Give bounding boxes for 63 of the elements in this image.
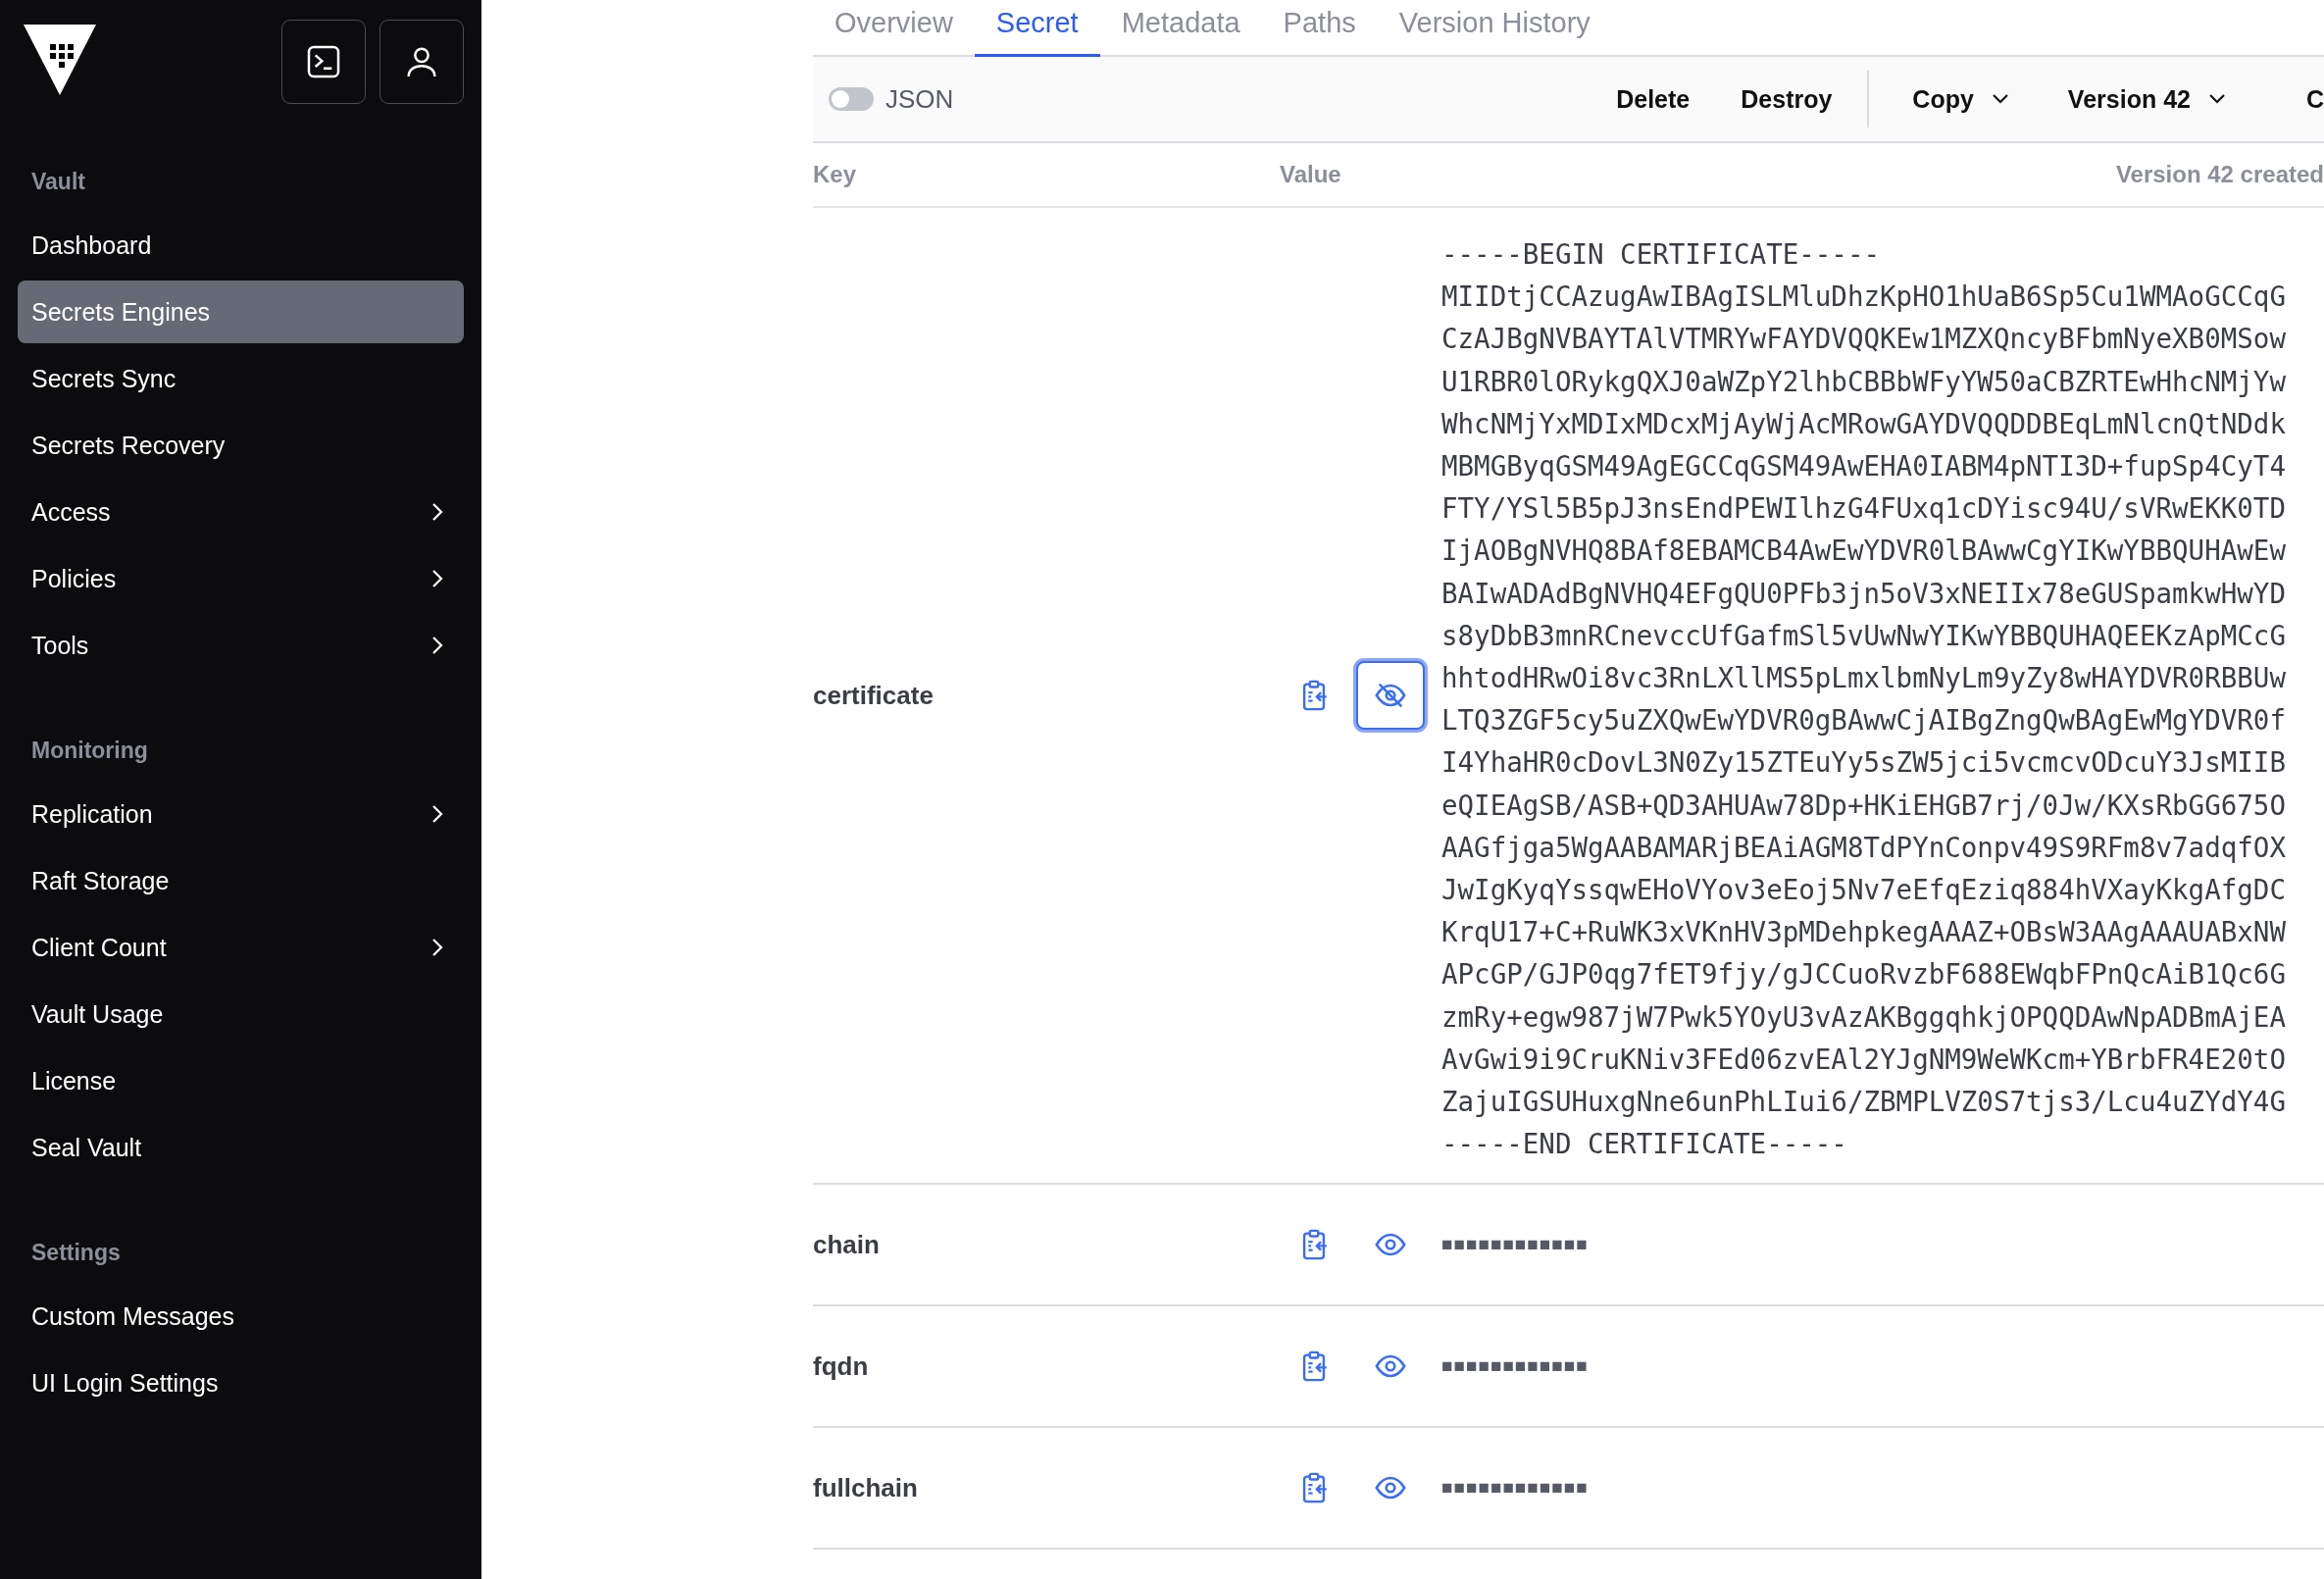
masked-value: ■■■■■■■■■■■■ (1441, 1477, 1589, 1500)
dropdown-button[interactable]: Version 42 (2042, 75, 2251, 124)
nav-item[interactable]: Tools (18, 614, 464, 677)
code-line: AvGwi9i9CruKNiv3FEd06zvEAl2YJgNM9WeWKcm+YBrbFR4E20tO (1441, 1042, 2286, 1077)
nav-item[interactable]: License (18, 1049, 464, 1112)
nav-item[interactable]: Client Count (18, 916, 464, 979)
code-line: MIIDtjCCAzugAwIBAgISLMluDhzKpHO1hUaB6Sp5Cu1WMAoGCCqG (1441, 280, 2286, 315)
code-line: hhtodHRwOi8vc3RnLXllMS5pLmxlbmNyLm9yZy8wHAYDVR0RBBUw (1441, 661, 2286, 696)
caret-icon (1991, 93, 2009, 105)
caret-icon (2207, 93, 2226, 105)
code-line: eQIEAgSB/ASB+QD3AHUAw78Dp+HKiEHGB7rj/0Jw/KXsRbGG675O (1441, 788, 2286, 823)
code-line: -----END CERTIFICATE----- (1441, 1127, 1848, 1162)
code-line: MBMGByqGSM49AgEGCCqGSM49AwEHA0IABM4pNTI3D+fupSp4CyT4 (1441, 449, 2286, 484)
code-line: WhcNMjYxMDIxMDcxMjAyWjAcMRowGAYDVQQDDBEqLmNlcnQtNDdk (1441, 406, 2286, 441)
column-header: Key (813, 161, 858, 188)
nav-item[interactable]: Raft Storage (18, 849, 464, 912)
reveal-button[interactable] (1356, 661, 1425, 731)
section-heading: Settings (30, 1239, 122, 1267)
nav-item[interactable]: Seal Vault (18, 1116, 464, 1179)
code-line: KrqU17+C+RuWK3xVKnHV3pMDehpkegAAAZ+OBsW3AAgAAAUABxNW (1441, 915, 2286, 950)
nav-item[interactable]: Secrets Sync (18, 347, 464, 410)
json-toggle[interactable] (829, 87, 874, 111)
masked-value: ■■■■■■■■■■■■ (1441, 1355, 1589, 1378)
toolbar-button[interactable]: C (2280, 75, 2324, 124)
nav-item[interactable]: Vault Usage (18, 983, 464, 1045)
code-line: I4YhaHR0cDovL3N0Zy15ZTEuYy5sZW5jci5vcmcvODcuY3JsMIIB (1441, 745, 2286, 781)
code-line: AAGfjga5WgAABAMARjBEAiAGM8TdPYnConpv49S9RFm8v7adqfOX (1441, 830, 2286, 865)
key-cell-text: certificate (813, 680, 935, 711)
nav-item[interactable]: Replication (18, 783, 464, 845)
dropdown-button[interactable]: Copy (1887, 75, 2035, 124)
logo-icon (24, 25, 96, 95)
column-header: Value (1280, 161, 1342, 188)
section-heading: Vault (30, 168, 86, 196)
nav-item[interactable]: Secrets Engines (18, 280, 464, 343)
action-button[interactable]: Delete (1591, 75, 1716, 124)
code-line: ZajuIGSUHuxgNne6unPhLIui6/ZBMPLVZ0S7tjs3/Lcu4uZYdY4G (1441, 1085, 2286, 1120)
action-button[interactable]: Destroy (1715, 75, 1858, 124)
code-line: -----BEGIN CERTIFICATE----- (1441, 237, 1882, 272)
code-line: APcGP/GJP0qg7fET9fjy/gJCCuoRvzbF688EWqbFPnQcAiB1Qc6G (1441, 957, 2286, 993)
code-line: CzAJBgNVBAYTAlVTMRYwFAYDVQQKEw1MZXQncyBFbmNyeXB0MSow (1441, 322, 2286, 357)
terminal-button[interactable] (281, 20, 366, 104)
nav-item[interactable]: Policies (18, 547, 464, 610)
code-line: zmRy+egw987jW7Pwk5YOyU3vAzAKBggqhkjOPQQDAwNpADBmAjEA (1441, 999, 2286, 1035)
nav-item[interactable]: Dashboard (18, 214, 464, 277)
key-cell-text: chain (813, 1229, 881, 1260)
toggle-label: JSON (885, 83, 954, 115)
key-cell-text: fqdn (813, 1350, 870, 1382)
code-line: s8yDbB3mnRCnevccUfGafmSl5vUwNwYIKwYBBQUHAQEEKzApMCcG (1441, 618, 2286, 653)
code-line: LTQ3ZGF5cy5uZXQwEwYDVR0gBAwwCjAIBgZngQwBAgEwMgYDVR0f (1441, 703, 2286, 739)
code-line: U1RBR0lORykgQXJ0aWZpY2lhbCBBbWFyYW50aCBZRTEwHhcNMjYw (1441, 364, 2286, 399)
code-line: BAIwADAdBgNVHQ4EFgQU0PFb3jn5oV3xNEIIx78eGUSpamkwHwYD (1441, 576, 2286, 611)
user-menu-button[interactable] (379, 20, 464, 104)
key-cell-text: fullchain (813, 1472, 919, 1503)
code-line: JwIgKyqYssqwEHoVYov3eEoj5Nv7eEfqEziq884hVXayKkgAfgDC (1441, 873, 2286, 908)
nav-item[interactable]: Custom Messages (18, 1285, 464, 1348)
nav-item[interactable]: UI Login Settings (18, 1351, 464, 1414)
code-line: IjAOBgNVHQ8BAf8EBAMCB4AwEwYDVR0lBAwwCgYIKwYBBQUHAwEw (1441, 534, 2286, 569)
nav-item[interactable]: Secrets Recovery (18, 414, 464, 477)
section-heading: Monitoring (30, 737, 149, 765)
masked-value: ■■■■■■■■■■■■ (1441, 1234, 1589, 1256)
version-note: Version 42 created (2114, 161, 2324, 188)
nav-item[interactable]: Access (18, 481, 464, 543)
code-line: FTY/YSl5B5pJ3nsEndPEWIlhzG4FUxq1cDYisc94U/sVRwEKK0TD (1441, 491, 2286, 527)
